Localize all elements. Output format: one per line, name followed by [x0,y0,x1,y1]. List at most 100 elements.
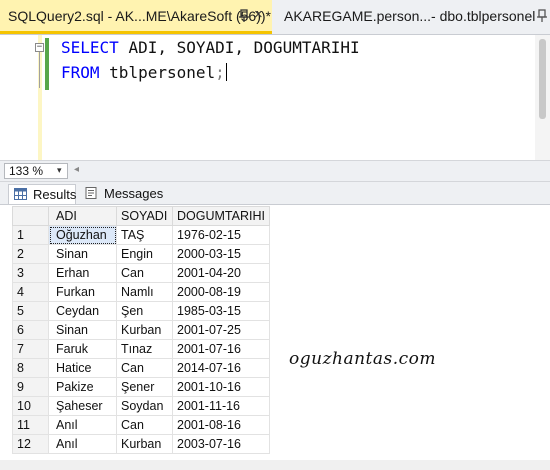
column-header-adi[interactable]: ADI [48,206,117,226]
cell-adi[interactable]: Ceydan [48,301,117,321]
tab-messages[interactable]: Messages [80,184,164,204]
query-editor[interactable]: − SELECT ADI, SOYADI, DOGUMTARIHI FROM t… [0,35,550,160]
table-row[interactable]: 2 Sinan Engin 2000-03-15 [12,244,270,264]
table-row[interactable]: 5 Ceydan Şen 1985-03-15 [12,301,270,321]
cell-soyadi[interactable]: Şener [116,377,173,397]
table-row[interactable]: 3 Erhan Can 2001-04-20 [12,263,270,283]
cell-dogumtarihi[interactable]: 2001-07-25 [172,320,270,340]
cell-adi[interactable]: Hatice [48,358,117,378]
column-header-soyadi[interactable]: SOYADI [116,206,173,226]
row-number[interactable]: 12 [12,434,49,454]
column-header-dogumtarihi[interactable]: DOGUMTARIHI [172,206,270,226]
table-row[interactable]: 10 Şaheser Soydan 2001-11-16 [12,396,270,416]
table-name: tblpersonel [109,63,216,82]
zoom-dropdown[interactable]: 133 % ▾ [4,163,68,179]
cell-soyadi[interactable]: Soydan [116,396,173,416]
table-row[interactable]: 1 Oğuzhan TAŞ 1976-02-15 [12,225,270,245]
collapse-icon[interactable]: − [35,43,44,52]
zoom-value: 133 % [9,164,44,178]
editor-scrollbar[interactable] [535,35,550,160]
cell-dogumtarihi[interactable]: 1976-02-15 [172,225,270,245]
row-number[interactable]: 3 [12,263,49,283]
cell-adi[interactable]: Şaheser [48,396,117,416]
keyword-from: FROM [61,63,100,82]
tab-title: AKAREGAME.person...- dbo.tblpersonel [284,8,536,24]
text-cursor [225,63,227,81]
grid-icon [14,188,27,200]
results-grid[interactable]: ADI SOYADI DOGUMTARIHI 1 Oğuzhan TAŞ 1976-0… [12,206,270,454]
table-row[interactable]: 6 Sinan Kurban 2001-07-25 [12,320,270,340]
table-row[interactable]: 7 Faruk Tınaz 2001-07-16 [12,339,270,359]
cell-dogumtarihi[interactable]: 2003-07-16 [172,434,270,454]
row-number[interactable]: 11 [12,415,49,435]
cell-dogumtarihi[interactable]: 2000-08-19 [172,282,270,302]
cell-soyadi[interactable]: Namlı [116,282,173,302]
cell-dogumtarihi[interactable]: 2014-07-16 [172,358,270,378]
code-line-1[interactable]: SELECT ADI, SOYADI, DOGUMTARIHI [61,38,360,57]
cell-soyadi[interactable]: TAŞ [116,225,173,245]
document-tab-strip: SQLQuery2.sql - AK...ME\AkareSoft (56))*… [0,0,550,35]
tab-messages-label: Messages [104,186,164,201]
cell-soyadi[interactable]: Engin [116,244,173,264]
table-row[interactable]: 8 Hatice Can 2014-07-16 [12,358,270,378]
cell-dogumtarihi[interactable]: 1985-03-15 [172,301,270,321]
row-number[interactable]: 7 [12,339,49,359]
cell-soyadi[interactable]: Can [116,358,173,378]
row-number[interactable]: 4 [12,282,49,302]
cell-adi[interactable]: Furkan [48,282,117,302]
tab-sqlquery2[interactable]: SQLQuery2.sql - AK...ME\AkareSoft (56))*… [0,0,272,34]
tab-tblpersonel[interactable]: AKAREGAME.person...- dbo.tblpersonel [274,0,550,34]
close-icon[interactable]: × [254,6,263,23]
scroll-left-icon[interactable]: ◂ [74,164,79,175]
zoom-bar: 133 % ▾ ◂ [0,160,550,182]
cell-soyadi[interactable]: Tınaz [116,339,173,359]
cell-soyadi[interactable]: Şen [116,301,173,321]
cell-dogumtarihi[interactable]: 2001-04-20 [172,263,270,283]
scrollbar-thumb[interactable] [539,39,546,119]
grid-header-row: ADI SOYADI DOGUMTARIHI [12,206,270,226]
chevron-down-icon: ▾ [57,165,62,175]
cell-soyadi[interactable]: Can [116,263,173,283]
table-row[interactable]: 11 Anıl Can 2001-08-16 [12,415,270,435]
cell-dogumtarihi[interactable]: 2000-03-15 [172,244,270,264]
pin-icon[interactable] [536,9,548,23]
cell-adi[interactable]: Erhan [48,263,117,283]
row-number[interactable]: 5 [12,301,49,321]
statement-terminator: ; [215,63,225,82]
cell-adi[interactable]: Pakize [48,377,117,397]
cell-adi[interactable]: Sinan [48,244,117,264]
tab-results[interactable]: Results [8,184,76,204]
cell-adi[interactable]: Faruk [48,339,117,359]
row-header-corner[interactable] [12,206,49,226]
cell-adi[interactable]: Anıl [48,415,117,435]
table-row[interactable]: 4 Furkan Namlı 2000-08-19 [12,282,270,302]
table-row[interactable]: 9 Pakize Şener 2001-10-16 [12,377,270,397]
cell-soyadi[interactable]: Kurban [116,434,173,454]
row-number[interactable]: 10 [12,396,49,416]
change-indicator [45,38,49,90]
cell-soyadi[interactable]: Can [116,415,173,435]
pin-icon[interactable] [238,9,250,23]
messages-icon [85,187,97,199]
cell-adi[interactable]: Oğuzhan [48,225,117,245]
cell-dogumtarihi[interactable]: 2001-07-16 [172,339,270,359]
cell-dogumtarihi[interactable]: 2001-10-16 [172,377,270,397]
cell-adi[interactable]: Anıl [48,434,117,454]
cell-adi[interactable]: Sinan [48,320,117,340]
row-number[interactable]: 9 [12,377,49,397]
row-number[interactable]: 1 [12,225,49,245]
table-row[interactable]: 12 Anıl Kurban 2003-07-16 [12,434,270,454]
code-line-2[interactable]: FROM tblpersonel; [61,63,227,82]
grid-body: 1 Oğuzhan TAŞ 1976-02-15 2 Sinan Engin 2000-03-… [12,225,270,454]
row-number[interactable]: 2 [12,244,49,264]
cell-soyadi[interactable]: Kurban [116,320,173,340]
column-list: ADI, SOYADI, DOGUMTARIHI [128,38,360,57]
keyword-select: SELECT [61,38,119,57]
cell-dogumtarihi[interactable]: 2001-08-16 [172,415,270,435]
row-number[interactable]: 6 [12,320,49,340]
tab-title: SQLQuery2.sql - AK...ME\AkareSoft (56))* [8,8,271,24]
results-tab-strip: Results Messages [0,182,550,205]
cell-dogumtarihi[interactable]: 2001-11-16 [172,396,270,416]
results-scrollbar[interactable] [0,460,550,470]
row-number[interactable]: 8 [12,358,49,378]
